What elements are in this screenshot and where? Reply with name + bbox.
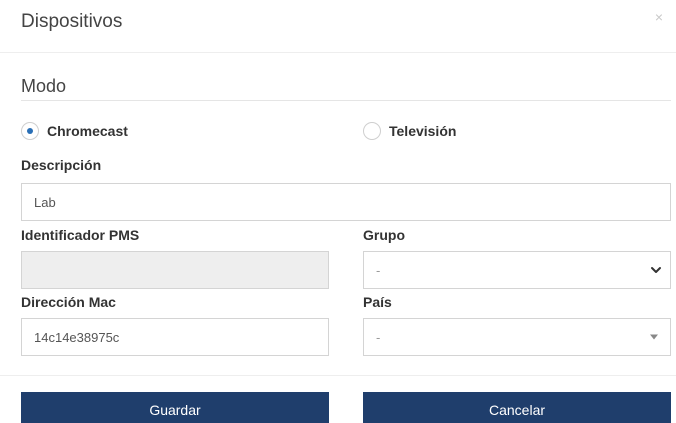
country-select[interactable]: - <box>363 318 671 356</box>
close-icon[interactable]: × <box>655 10 663 24</box>
modal-header: Dispositivos × <box>0 0 676 53</box>
radio-television[interactable] <box>363 122 381 140</box>
save-button[interactable]: Guardar <box>21 392 329 423</box>
pms-label: Identificador PMS <box>21 227 140 243</box>
group-select[interactable]: - <box>363 251 671 289</box>
cancel-button[interactable]: Cancelar <box>363 392 671 423</box>
pms-input <box>21 251 329 289</box>
radio-option-chromecast[interactable]: Chromecast <box>21 121 128 141</box>
radio-label-television: Televisión <box>389 123 457 139</box>
section-divider <box>21 100 671 101</box>
devices-modal: Dispositivos × Modo Chromecast Televisió… <box>0 0 676 423</box>
radio-chromecast[interactable] <box>21 122 39 140</box>
country-label: País <box>363 294 392 310</box>
country-select-value: - <box>376 329 381 345</box>
caret-down-icon <box>650 334 658 340</box>
modal-title: Dispositivos <box>21 11 123 32</box>
group-select-value: - <box>376 262 381 278</box>
radio-selected-dot <box>27 128 33 134</box>
mac-label: Dirección Mac <box>21 294 116 310</box>
mac-value: 14c14e38975c <box>34 329 120 345</box>
radio-label-chromecast: Chromecast <box>47 123 128 139</box>
radio-option-television[interactable]: Televisión <box>363 121 456 141</box>
footer-divider <box>0 375 676 376</box>
mac-input[interactable]: 14c14e38975c <box>21 318 329 356</box>
description-label: Descripción <box>21 157 102 173</box>
mode-section-title: Modo <box>21 76 67 96</box>
group-label: Grupo <box>363 227 405 243</box>
description-value: Lab <box>34 194 56 210</box>
chevron-down-icon <box>651 267 661 273</box>
description-input[interactable]: Lab <box>21 183 671 221</box>
